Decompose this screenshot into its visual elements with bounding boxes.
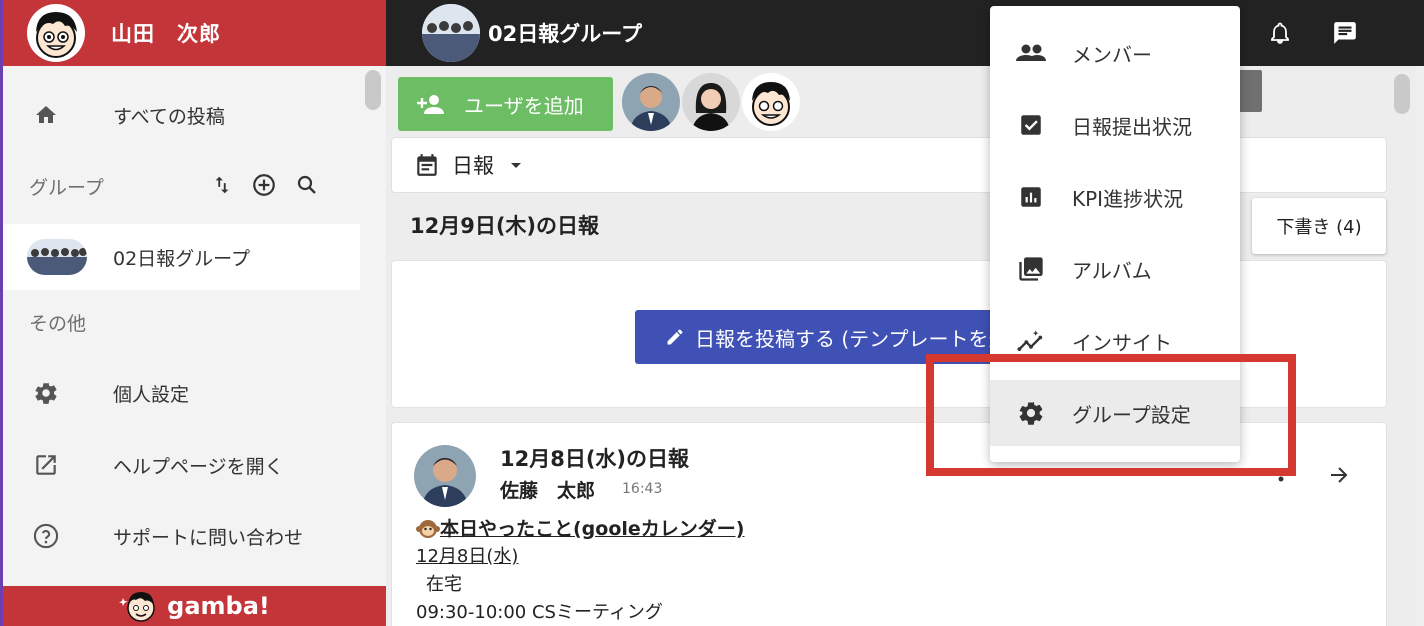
author-avatar[interactable] [414, 445, 476, 507]
dropdown-arrow-icon [506, 155, 526, 175]
menu-item-label: メンバー [1072, 42, 1152, 67]
sidebar-item-support[interactable]: サポートに問い合わせ [3, 503, 360, 569]
top-icons [1268, 20, 1358, 46]
menu-item-members[interactable]: メンバー [990, 20, 1240, 86]
menu-item-submission-status[interactable]: 日報提出状況 [990, 92, 1240, 158]
monkey-emoji-icon [416, 518, 440, 540]
date-heading: 12月9日(木)の日報 [410, 214, 600, 238]
sidebar-item-label: 個人設定 [113, 383, 190, 406]
add-user-label: ユーザを追加 [464, 93, 584, 118]
menu-item-album[interactable]: アルバム [990, 236, 1240, 302]
insights-icon [1014, 324, 1048, 358]
user-avatar[interactable] [27, 4, 85, 62]
add-group-icon[interactable] [251, 172, 277, 198]
group-title: 02日報グループ [488, 22, 642, 46]
report-body: 本日やったこと(gooleカレンダー) 12月8日(水) 在宅 09:30-10… [416, 515, 744, 626]
add-user-button[interactable]: ユーザを追加 [398, 77, 613, 131]
sort-icon[interactable] [211, 173, 233, 197]
sidebar-item-label: 02日報グループ [113, 247, 251, 270]
report-time: 16:43 [622, 481, 663, 497]
menu-item-label: インサイト [1072, 330, 1172, 355]
bell-icon[interactable] [1268, 20, 1292, 46]
help-circle-icon [31, 521, 61, 551]
checkbox-icon [1014, 108, 1048, 142]
report-title[interactable]: 12月8日(水)の日報 [500, 443, 689, 473]
other-section-header: その他 [29, 313, 87, 335]
arrow-right-icon[interactable] [1327, 463, 1351, 487]
filter-label: 日報 [452, 154, 494, 178]
menu-item-label: アルバム [1072, 258, 1152, 283]
calendar-icon [414, 152, 440, 178]
main-scrollbar[interactable] [1394, 74, 1410, 114]
groups-section-header: グループ [29, 177, 104, 199]
sidebar-scrollbar[interactable] [365, 70, 381, 110]
sidebar-item-all-posts[interactable]: すべての投稿 [3, 82, 360, 148]
group-avatar[interactable] [422, 4, 480, 62]
brand-name: gamba! [167, 592, 270, 620]
group-actions [211, 172, 319, 198]
report-line: 在宅 [426, 574, 462, 595]
sidebar-item-help[interactable]: ヘルプページを開く [3, 432, 360, 498]
sidebar-item-label: すべての投稿 [113, 105, 225, 128]
report-line: 09:30-10:00 CSミーティング [416, 602, 663, 623]
sidebar-item-group[interactable]: 02日報グループ [3, 224, 360, 290]
member-avatar[interactable] [622, 73, 680, 131]
more-vert-icon[interactable] [1277, 475, 1285, 485]
report-author: 佐藤 太郎 [500, 480, 596, 502]
top-bar: 02日報グループ [386, 0, 1424, 66]
pencil-icon [665, 327, 685, 347]
menu-item-label: 日報提出状況 [1072, 114, 1192, 139]
sidebar-item-label: ヘルプページを開く [113, 455, 284, 478]
member-avatars [622, 73, 800, 131]
member-avatar[interactable] [682, 73, 740, 131]
gear-icon [31, 378, 61, 408]
sidebar-header: 山田 次郎 [3, 0, 386, 66]
main-content: ユーザを追加 日報 12月9日(木)の日報 下書き (4) 日報を投稿する (テ… [386, 66, 1416, 626]
menu-item-kpi-progress[interactable]: KPI進捗状況 [990, 164, 1240, 230]
brand-footer[interactable]: gamba! [3, 586, 386, 626]
open-in-new-icon [31, 450, 61, 480]
user-name: 山田 次郎 [111, 22, 221, 46]
home-icon [31, 100, 61, 130]
sidebar: 山田 次郎 すべての投稿 グループ 02日報グループ その他 個人設定 ヘルプペ… [0, 0, 386, 626]
people-icon [1014, 36, 1048, 70]
sidebar-item-personal-settings[interactable]: 個人設定 [3, 360, 360, 426]
brand-logo-icon [119, 588, 159, 624]
search-icon[interactable] [295, 173, 319, 197]
photo-library-icon [1014, 252, 1048, 286]
post-report-label: 日報を投稿する (テンプレートを選択) [695, 326, 1015, 351]
member-avatar[interactable] [742, 73, 800, 131]
menu-item-label: KPI進捗状況 [1072, 186, 1184, 211]
report-section-heading-text: 本日やったこと(gooleカレンダー) [440, 518, 745, 540]
person-add-icon [416, 92, 446, 116]
sidebar-item-label: サポートに問い合わせ [113, 526, 304, 549]
group-thumbnail [27, 239, 87, 275]
report-date-link[interactable]: 12月8日(水) [416, 543, 744, 571]
message-icon[interactable] [1332, 20, 1358, 46]
bar-chart-icon [1014, 180, 1048, 214]
filter-select[interactable]: 日報 [414, 150, 526, 180]
drafts-button[interactable]: 下書き (4) [1252, 198, 1386, 254]
highlight-annotation-box [926, 354, 1296, 476]
report-section-heading: 本日やったこと(gooleカレンダー) [416, 515, 744, 543]
